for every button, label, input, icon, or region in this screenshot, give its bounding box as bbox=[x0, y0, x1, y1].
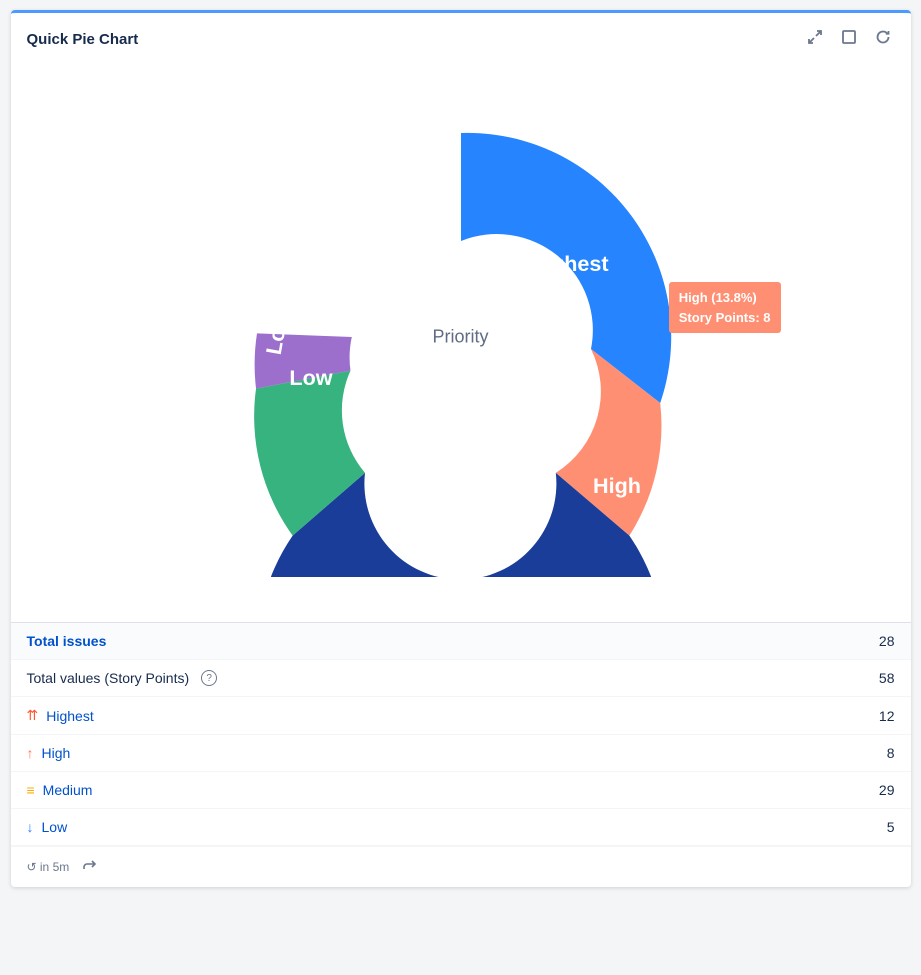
total-values-row: Total values (Story Points) ? 58 bbox=[11, 660, 911, 697]
share-button[interactable] bbox=[79, 855, 99, 879]
total-values-value: 58 bbox=[879, 670, 895, 686]
total-values-label: Total values (Story Points) ? bbox=[27, 670, 218, 686]
highest-value: 12 bbox=[879, 708, 895, 724]
total-issues-value: 28 bbox=[879, 633, 895, 649]
donut-chart: Highest High Medium Low Lowest Priority bbox=[221, 97, 701, 577]
stat-row-low: ↓ Low 5 bbox=[11, 809, 911, 846]
label-highest: Highest bbox=[529, 251, 608, 276]
tooltip-label: High (13.8%) bbox=[679, 288, 771, 308]
medium-label[interactable]: ≡ Medium bbox=[27, 782, 93, 798]
highest-label[interactable]: ⇈ Highest bbox=[27, 707, 94, 724]
stats-section[interactable]: Total issues 28 Total values (Story Poin… bbox=[11, 622, 911, 846]
widget-header: Quick Pie Chart bbox=[11, 13, 911, 62]
high-label[interactable]: ↑ High bbox=[27, 745, 71, 761]
chart-tooltip: High (13.8%) Story Points: 8 bbox=[669, 282, 781, 333]
low-label[interactable]: ↓ Low bbox=[27, 819, 68, 835]
stat-row-medium: ≡ Medium 29 bbox=[11, 772, 911, 809]
label-low: Low bbox=[289, 365, 332, 390]
tooltip-sub: Story Points: 8 bbox=[679, 308, 771, 328]
stat-row-highest: ⇈ Highest 12 bbox=[11, 697, 911, 735]
widget-footer: ↺ in 5m bbox=[11, 846, 911, 887]
donut-svg: Highest High Medium Low Lowest bbox=[221, 97, 701, 577]
fullscreen-button[interactable] bbox=[837, 27, 861, 52]
quick-pie-chart-widget: Quick Pie Chart bbox=[11, 10, 911, 887]
total-issues-row: Total issues 28 bbox=[11, 623, 911, 660]
label-high: High bbox=[593, 473, 641, 498]
expand-button[interactable] bbox=[803, 27, 827, 52]
widget-actions bbox=[803, 27, 895, 52]
medium-icon: ≡ bbox=[27, 782, 35, 798]
high-icon: ↑ bbox=[27, 745, 34, 761]
widget-title: Quick Pie Chart bbox=[27, 31, 139, 48]
high-value: 8 bbox=[887, 745, 895, 761]
refresh-button[interactable] bbox=[871, 27, 895, 52]
help-icon[interactable]: ? bbox=[201, 670, 217, 686]
refresh-time: ↺ in 5m bbox=[27, 860, 70, 874]
medium-value: 29 bbox=[879, 782, 895, 798]
total-issues-label[interactable]: Total issues bbox=[27, 633, 107, 649]
low-value: 5 bbox=[887, 819, 895, 835]
stat-row-high: ↑ High 8 bbox=[11, 735, 911, 772]
chart-area: Highest High Medium Low Lowest Priority … bbox=[11, 62, 911, 622]
donut-hole bbox=[365, 241, 557, 433]
low-icon: ↓ bbox=[27, 819, 34, 835]
highest-icon: ⇈ bbox=[27, 707, 39, 724]
